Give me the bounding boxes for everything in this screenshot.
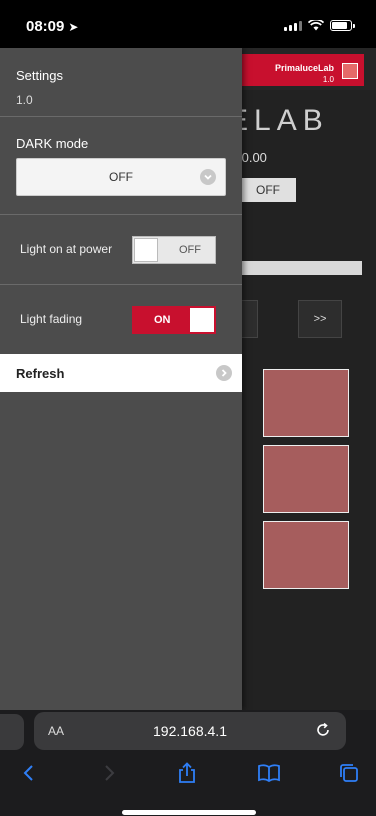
brand-version: 1.0	[322, 75, 334, 84]
browser-bar: AA 192.168.4.1	[0, 710, 376, 816]
light-on-power-label: Light on at power	[20, 242, 113, 256]
reload-icon[interactable]	[314, 721, 332, 739]
chevron-left-icon	[23, 765, 33, 781]
signal-icon	[284, 20, 302, 31]
home-indicator	[122, 810, 256, 815]
brand-name: PrimaluceLab	[274, 63, 334, 73]
wifi-icon	[308, 20, 324, 31]
dark-mode-label: DARK mode	[16, 136, 89, 151]
divider	[0, 116, 242, 117]
browser-toolbar	[0, 758, 376, 788]
book-icon	[258, 764, 280, 783]
toggle-state: OFF	[179, 244, 201, 256]
url-text: 192.168.4.1	[153, 723, 227, 739]
panel-version: 1.0	[16, 93, 33, 107]
chevron-right-icon	[105, 765, 115, 781]
chevron-right-icon	[216, 365, 232, 381]
status-icons	[284, 20, 355, 31]
next-button[interactable]: >>	[298, 300, 342, 338]
light-on-power-toggle[interactable]: OFF	[132, 236, 216, 264]
position-value: .0.00	[238, 150, 267, 165]
control-tile-1[interactable]	[263, 369, 349, 437]
control-tile-2[interactable]	[263, 445, 349, 513]
light-fading-label: Light fading	[20, 312, 83, 326]
panel-title: Settings	[16, 68, 63, 83]
status-bar: 08:09 ➤	[0, 0, 376, 48]
dark-mode-value: OFF	[109, 170, 133, 184]
refresh-button[interactable]: Refresh	[0, 354, 242, 392]
divider	[0, 214, 242, 215]
share-button[interactable]	[172, 758, 202, 788]
toggle-state: ON	[154, 314, 171, 326]
light-fading-toggle[interactable]: ON	[132, 306, 216, 334]
control-tile-3[interactable]	[263, 521, 349, 589]
refresh-label: Refresh	[16, 366, 65, 381]
battery-icon	[330, 20, 355, 31]
tabs-icon	[340, 764, 358, 782]
back-button[interactable]	[14, 758, 44, 788]
divider	[0, 284, 242, 285]
share-icon	[179, 762, 195, 783]
previous-tab-address[interactable]	[0, 714, 24, 750]
brand-logo-icon	[342, 63, 358, 79]
clock-text: 08:09	[26, 18, 65, 35]
forward-button[interactable]	[94, 758, 124, 788]
address-bar[interactable]: AA 192.168.4.1	[34, 712, 346, 750]
toggle-knob	[190, 308, 214, 332]
brand-badge: PrimaluceLab 1.0	[234, 54, 364, 86]
tabs-button[interactable]	[334, 758, 364, 788]
dark-mode-select[interactable]: OFF	[16, 158, 226, 196]
settings-panel: Settings 1.0 DARK mode OFF Light on at p…	[0, 48, 242, 710]
app-logo-text: ELAB	[228, 104, 329, 137]
location-arrow-icon: ➤	[68, 20, 79, 34]
toggle-knob	[134, 238, 158, 262]
chevron-down-icon	[200, 169, 216, 185]
status-time: 08:09 ➤	[26, 18, 78, 35]
bg-off-button[interactable]: OFF	[240, 178, 296, 202]
bookmarks-button[interactable]	[254, 758, 284, 788]
progress-bar	[240, 261, 362, 275]
